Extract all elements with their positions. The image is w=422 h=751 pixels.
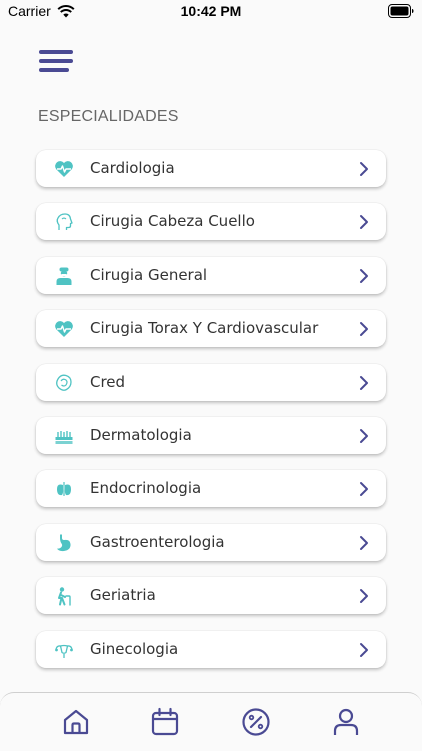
specialty-label: Gastroenterologia [90, 532, 225, 551]
elderly-icon [58, 587, 71, 606]
specialty-label: Cardiologia [90, 159, 175, 177]
chevron-right-icon [360, 482, 368, 497]
specialty-label: Ginecologia [90, 639, 179, 658]
specialty-item[interactable]: Gastroenterologia [36, 523, 386, 561]
head-icon [56, 213, 73, 231]
menu-button[interactable] [36, 47, 76, 79]
specialty-label: Cirugia General [90, 265, 208, 284]
specialty-label: Cirugia Torax Y Cardiovascular [90, 319, 319, 338]
stomach-icon [57, 534, 71, 551]
specialty-label: Dermatologia [90, 425, 192, 444]
specialty-item[interactable]: Dermatologia [36, 416, 386, 454]
skin-layers-icon [55, 430, 73, 444]
bottom-tab-bar [0, 692, 422, 751]
specialty-item[interactable]: Cirugia Torax Y Cardiovascular [36, 310, 386, 348]
thyroid-icon [57, 482, 71, 497]
specialty-label: Cirugia Cabeza Cuello [90, 212, 255, 231]
user-icon[interactable] [331, 707, 361, 737]
specialty-item[interactable]: Endocrinologia [36, 470, 386, 508]
status-bar: Carrier 10:42 PM [0, 0, 422, 26]
calendar-icon[interactable] [150, 707, 180, 737]
specialty-item[interactable]: Cirugia Cabeza Cuello [36, 203, 386, 241]
specialty-label: Endocrinologia [90, 479, 202, 498]
heart-pulse-icon [55, 161, 73, 177]
specialties-list: Cardiologia Cirugia Cabeza Cuello Cirugia … [36, 150, 386, 684]
baby-icon [56, 374, 72, 391]
section-title: ESPECIALIDADES [38, 108, 179, 125]
specialty-item[interactable]: Geriatria [36, 577, 386, 615]
chevron-right-icon [360, 375, 368, 390]
uterus-icon [55, 644, 73, 658]
chevron-right-icon [360, 162, 368, 176]
surgeon-icon [56, 267, 72, 285]
specialty-item[interactable]: Ginecologia [36, 630, 386, 668]
specialty-item[interactable]: Cirugia General [36, 256, 386, 294]
chevron-right-icon [360, 642, 368, 657]
chevron-right-icon [360, 268, 368, 283]
specialty-label: Cred [90, 372, 126, 391]
chevron-right-icon [360, 215, 368, 230]
specialty-item[interactable]: Cred [36, 363, 386, 401]
home-icon[interactable] [61, 707, 91, 737]
clock: 10:42 PM [180, 3, 242, 19]
chevron-right-icon [360, 535, 368, 550]
battery-icon [388, 4, 414, 18]
chevron-right-icon [360, 428, 368, 443]
specialty-item[interactable]: Cardiologia [36, 150, 386, 187]
heart-pulse-icon [55, 321, 73, 338]
chevron-right-icon [360, 322, 368, 337]
chevron-right-icon [360, 589, 368, 604]
percent-icon[interactable] [241, 707, 271, 737]
specialty-label: Geriatria [90, 586, 156, 605]
